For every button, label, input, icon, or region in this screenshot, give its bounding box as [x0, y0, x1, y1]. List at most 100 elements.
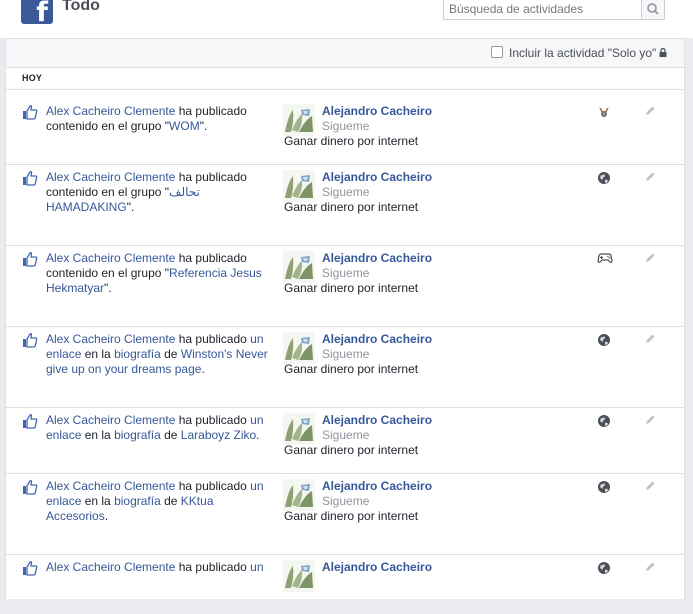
- actor-link[interactable]: Alex Cacheiro Clemente: [46, 413, 175, 427]
- like-icon: [23, 251, 38, 267]
- activity-target-link[interactable]: WOM: [169, 119, 200, 133]
- page-category: Ganar dinero por internet: [284, 443, 419, 457]
- activity-target-link[interactable]: un: [250, 560, 263, 574]
- activity-text: de: [160, 494, 181, 508]
- lock-icon: [659, 48, 667, 57]
- filter-bar: Incluir la actividad "Solo yo": [6, 39, 684, 68]
- page-category: Ganar dinero por internet: [284, 281, 419, 295]
- edit-pencil-icon[interactable]: [644, 333, 656, 345]
- actor-link[interactable]: Alex Cacheiro Clemente: [46, 104, 175, 118]
- follow-link[interactable]: Sigueme: [322, 494, 369, 508]
- like-icon: [23, 104, 38, 120]
- page-title-link[interactable]: Alejandro Cacheiro: [322, 479, 432, 493]
- activity-description: Alex Cacheiro Clemente ha publicado cont…: [46, 170, 278, 215]
- like-icon: [23, 170, 38, 186]
- activity-target-link[interactable]: biografía: [114, 494, 161, 508]
- page-category: Ganar dinero por internet: [284, 134, 419, 148]
- like-icon: [23, 413, 38, 429]
- activity-search-box: [443, 0, 665, 20]
- page-thumbnail[interactable]: [283, 170, 315, 202]
- activity-description: Alex Cacheiro Clemente ha publicado cont…: [46, 104, 278, 134]
- activity-log-panel: Incluir la actividad "Solo yo" HOY Alex …: [5, 38, 685, 599]
- activity-text: ha publicado: [175, 332, 251, 346]
- gamepad-icon[interactable]: [597, 252, 613, 267]
- globe-icon[interactable]: [597, 333, 611, 350]
- page-title: Todo: [62, 0, 100, 14]
- activity-target-link[interactable]: biografía: [114, 428, 161, 442]
- actor-link[interactable]: Alex Cacheiro Clemente: [46, 170, 175, 184]
- activity-description: Alex Cacheiro Clemente ha publicado un e…: [46, 413, 278, 443]
- page-thumbnail[interactable]: [283, 413, 315, 445]
- activity-text: en la: [81, 347, 115, 361]
- page-category: Ganar dinero por internet: [284, 362, 419, 376]
- activity-row: Alex Cacheiro Clemente ha publicado un e…: [6, 407, 684, 473]
- activity-row: Alex Cacheiro Clemente ha publicado un A…: [6, 554, 684, 614]
- page-title-link[interactable]: Alejandro Cacheiro: [322, 170, 432, 184]
- actor-link[interactable]: Alex Cacheiro Clemente: [46, 332, 175, 346]
- activity-description: Alex Cacheiro Clemente ha publicado cont…: [46, 251, 278, 296]
- page-thumbnail[interactable]: [283, 104, 315, 136]
- activity-text: ".: [199, 119, 208, 133]
- activity-target-link[interactable]: biografía: [114, 347, 161, 361]
- activity-text: .: [104, 509, 109, 523]
- globe-icon[interactable]: [597, 480, 611, 497]
- edit-pencil-icon[interactable]: [644, 561, 656, 573]
- activity-text: en la: [81, 428, 115, 442]
- globe-icon[interactable]: [597, 414, 611, 431]
- edit-pencil-icon[interactable]: [644, 105, 656, 117]
- only-me-checkbox[interactable]: [491, 46, 503, 58]
- page-title-link[interactable]: Alejandro Cacheiro: [322, 251, 432, 265]
- activity-target-link[interactable]: Laraboyz Ziko: [181, 428, 256, 442]
- edit-pencil-icon[interactable]: [644, 480, 656, 492]
- activity-text: de: [160, 428, 181, 442]
- edit-pencil-icon[interactable]: [644, 252, 656, 264]
- page-title-link[interactable]: Alejandro Cacheiro: [322, 104, 432, 118]
- follow-link[interactable]: Sigueme: [322, 119, 369, 133]
- activity-text: ha publicado: [175, 479, 251, 493]
- search-icon: [647, 3, 659, 15]
- follow-link[interactable]: Sigueme: [322, 185, 369, 199]
- only-me-label: Incluir la actividad "Solo yo": [509, 46, 657, 60]
- search-button[interactable]: [641, 0, 664, 19]
- like-icon: [23, 332, 38, 348]
- page-category: Ganar dinero por internet: [284, 509, 419, 523]
- follow-link[interactable]: Sigueme: [322, 347, 369, 361]
- page-thumbnail[interactable]: [283, 251, 315, 283]
- page-thumbnail[interactable]: [283, 560, 315, 592]
- search-input[interactable]: [444, 0, 642, 19]
- activity-text: ".: [126, 200, 135, 214]
- section-label-today: HOY: [22, 73, 43, 83]
- like-icon: [23, 560, 38, 576]
- activity-row: Alex Cacheiro Clemente ha publicado cont…: [6, 164, 684, 245]
- activity-row: Alex Cacheiro Clemente ha publicado cont…: [6, 98, 684, 164]
- page-title-link[interactable]: Alejandro Cacheiro: [322, 413, 432, 427]
- activity-text: de: [160, 347, 181, 361]
- custom-audience-icon[interactable]: [597, 105, 611, 122]
- globe-icon[interactable]: [597, 561, 611, 578]
- like-icon: [23, 479, 38, 495]
- activity-text: ha publicado: [175, 560, 251, 574]
- follow-link[interactable]: Sigueme: [322, 428, 369, 442]
- page-category: Ganar dinero por internet: [284, 200, 419, 214]
- actor-link[interactable]: Alex Cacheiro Clemente: [46, 251, 175, 265]
- actor-link[interactable]: Alex Cacheiro Clemente: [46, 560, 175, 574]
- activity-text: ".: [104, 281, 112, 295]
- page-title-link[interactable]: Alejandro Cacheiro: [322, 332, 432, 346]
- follow-link[interactable]: Sigueme: [322, 266, 369, 280]
- activity-description: Alex Cacheiro Clemente ha publicado un e…: [46, 332, 278, 377]
- edit-pencil-icon[interactable]: [644, 171, 656, 183]
- activity-text: .: [201, 362, 205, 376]
- activity-row: Alex Cacheiro Clemente ha publicado un e…: [6, 473, 684, 554]
- page-title-link[interactable]: Alejandro Cacheiro: [322, 560, 432, 574]
- activity-description: Alex Cacheiro Clemente ha publicado un e…: [46, 479, 278, 524]
- activity-description: Alex Cacheiro Clemente ha publicado un: [46, 560, 278, 575]
- section-divider: [6, 89, 684, 90]
- activity-text: en la: [81, 494, 115, 508]
- page-thumbnail[interactable]: [283, 479, 315, 511]
- actor-link[interactable]: Alex Cacheiro Clemente: [46, 479, 175, 493]
- edit-pencil-icon[interactable]: [644, 414, 656, 426]
- page-thumbnail[interactable]: [283, 332, 315, 364]
- activity-row: Alex Cacheiro Clemente ha publicado un e…: [6, 326, 684, 407]
- globe-icon[interactable]: [597, 171, 611, 188]
- facebook-logo-icon[interactable]: f: [21, 0, 53, 26]
